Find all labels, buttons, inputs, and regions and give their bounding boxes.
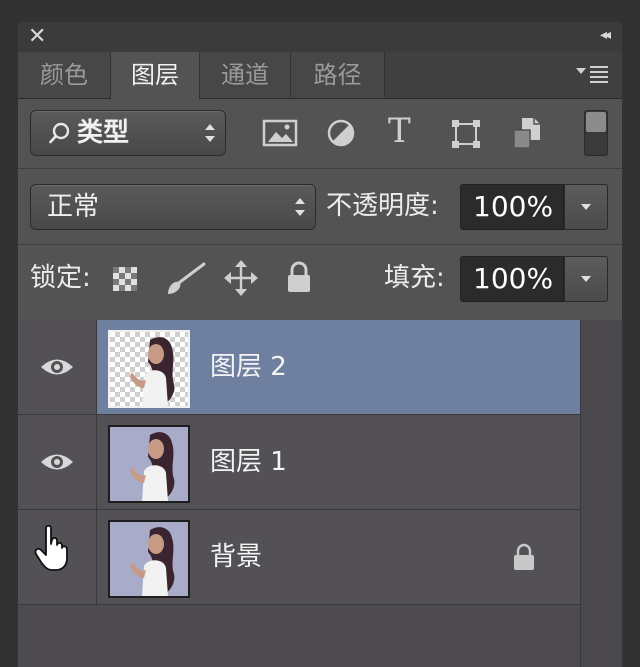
- tab-layers[interactable]: 图层: [111, 52, 200, 99]
- visibility-toggle[interactable]: [18, 510, 97, 604]
- layer-row[interactable]: 图层 1: [18, 415, 580, 510]
- layer-row[interactable]: 图层 2: [18, 320, 580, 415]
- lock-all-icon[interactable]: [286, 260, 312, 294]
- portrait-image: [110, 522, 188, 596]
- eye-icon: [41, 359, 73, 375]
- text-filter-icon[interactable]: T: [388, 111, 411, 151]
- visibility-toggle[interactable]: [18, 415, 97, 509]
- layer-name[interactable]: 图层 1: [210, 415, 287, 509]
- layer-name[interactable]: 图层 2: [210, 320, 287, 414]
- tab-color[interactable]: 颜色: [18, 52, 111, 98]
- visibility-toggle[interactable]: [18, 320, 97, 414]
- panel-menu-icon[interactable]: [576, 64, 610, 86]
- portrait-image: [110, 427, 188, 501]
- lock-position-icon[interactable]: [224, 260, 258, 296]
- blend-mode-value: 正常: [47, 192, 100, 222]
- image-filter-icon[interactable]: [262, 118, 298, 148]
- lock-image-pixels-icon[interactable]: [164, 262, 206, 296]
- tab-paths[interactable]: 路径: [291, 52, 385, 98]
- fill-field[interactable]: 100%: [460, 256, 564, 302]
- close-icon[interactable]: ✕: [28, 24, 46, 50]
- collapse-panel-icon[interactable]: ◂◂: [600, 27, 611, 43]
- opacity-field[interactable]: 100%: [460, 184, 564, 230]
- fill-dropdown-button[interactable]: [564, 256, 608, 302]
- tab-channels[interactable]: 通道: [200, 52, 291, 98]
- layer-thumbnail[interactable]: [108, 330, 190, 408]
- shape-filter-icon[interactable]: [450, 118, 482, 150]
- filter-toggle-switch[interactable]: [584, 110, 608, 156]
- search-icon: [49, 122, 70, 144]
- layers-panel: ✕ ◂◂ 颜色 图层 通道 路径 类型 T 正常 不透明度: 100% 锁定: …: [18, 22, 622, 667]
- lock-icon: [514, 543, 534, 570]
- portrait-image: [130, 337, 175, 406]
- layer-thumbnail[interactable]: [108, 520, 190, 598]
- tab-bar: 颜色 图层 通道 路径: [18, 52, 622, 99]
- adjustment-filter-icon[interactable]: [326, 118, 356, 148]
- smart-object-filter-icon[interactable]: [512, 116, 544, 150]
- filter-kind-dropdown[interactable]: 类型: [30, 110, 226, 156]
- layers-list: 图层 2 图层 1 背景: [18, 320, 622, 667]
- layer-row[interactable]: 背景: [18, 510, 580, 605]
- lock-transparent-pixels-icon[interactable]: [112, 266, 138, 292]
- chevron-updown-icon: [205, 124, 215, 142]
- opacity-dropdown-button[interactable]: [564, 184, 608, 230]
- chevron-updown-icon: [295, 198, 305, 216]
- fill-value: 100%: [473, 262, 554, 295]
- layers-scrollbar[interactable]: [580, 320, 622, 667]
- eye-icon: [41, 454, 73, 470]
- layer-name[interactable]: 背景: [210, 510, 262, 604]
- blend-mode-dropdown[interactable]: 正常: [30, 184, 316, 230]
- lock-label: 锁定:: [30, 263, 91, 293]
- opacity-label: 不透明度:: [326, 191, 439, 221]
- hand-cursor-icon: [34, 524, 68, 571]
- panel-title-bar: ✕ ◂◂: [18, 22, 622, 52]
- filter-kind-label: 类型: [77, 118, 130, 148]
- opacity-value: 100%: [473, 190, 554, 223]
- layer-thumbnail[interactable]: [108, 425, 190, 503]
- fill-label: 填充:: [384, 263, 445, 293]
